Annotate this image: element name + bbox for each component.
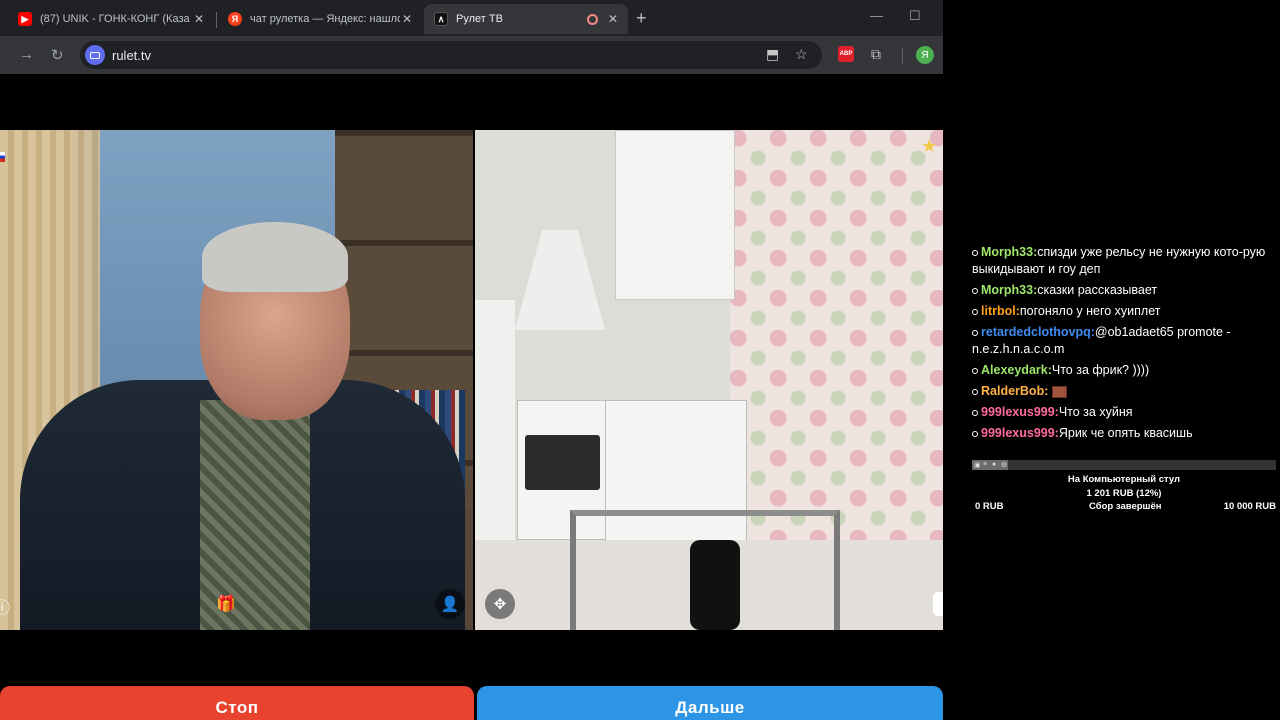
url-text: rulet.tv <box>112 48 152 63</box>
chat-message: Alexeydark:Что за фрик? )))) <box>972 362 1276 379</box>
new-tab-button[interactable]: + <box>636 8 647 29</box>
emote-icon <box>1051 385 1067 398</box>
chat-icon: ▣ <box>974 462 981 469</box>
eye-icon: ● <box>992 461 997 468</box>
video-person <box>202 222 348 292</box>
toolbar-divider <box>902 48 903 64</box>
site-info-icon[interactable] <box>85 45 105 65</box>
my-camera-video: ⓘ 🎁 👤 <box>0 130 473 630</box>
next-button[interactable]: Дальше <box>477 686 943 720</box>
flag-icon <box>0 152 5 162</box>
minimize-icon[interactable]: — <box>870 8 883 23</box>
screen: ▶ (87) UNIK - ГОНК-КОНГ (Казах ✕ Я чат р… <box>0 0 1280 720</box>
goal-title: На Компьютерный стул <box>1067 474 1181 485</box>
badge-icon <box>972 388 978 395</box>
extensions-icon[interactable]: ⧉ <box>871 46 881 63</box>
chat-message: RalderBob: <box>972 383 1276 400</box>
donation-goal: ▣ ≡ ● ⚙ На Компьютерный стул 1 201 RUB (… <box>972 460 1276 515</box>
close-tab-icon[interactable]: ✕ <box>402 12 412 26</box>
tab-youtube[interactable]: ▶ (87) UNIK - ГОНК-КОНГ (Казах ✕ <box>8 4 214 34</box>
chat-message: Morph33:спизди уже рельсу не нужную кото… <box>972 245 1266 276</box>
address-bar[interactable]: rulet.tv <box>80 41 822 69</box>
badge-icon <box>972 367 978 374</box>
badge-icon <box>972 409 978 416</box>
video-background <box>690 540 740 630</box>
info-icon[interactable]: ⓘ <box>0 594 10 618</box>
badge-icon <box>972 249 978 256</box>
gamepad-icon[interactable]: ✥ <box>485 589 515 619</box>
chat-message: Morph33:сказки рассказывает <box>972 282 1276 299</box>
stream-chat: Morph33:спизди уже рельсу не нужную кото… <box>972 244 1276 446</box>
close-tab-icon[interactable]: ✕ <box>194 12 204 26</box>
yandex-icon: Я <box>228 12 242 26</box>
tab-strip: ▶ (87) UNIK - ГОНК-КОНГ (Казах ✕ Я чат р… <box>0 0 943 36</box>
tab-yandex[interactable]: Я чат рулетка — Яндекс: нашло ✕ <box>218 4 422 34</box>
forward-icon[interactable]: → <box>19 46 34 63</box>
tab-rulet-tv[interactable]: ∧ Рулет ТВ ✕ <box>424 4 628 34</box>
bookmark-star-icon[interactable]: ☆ <box>795 46 808 63</box>
tab-divider <box>216 12 217 28</box>
rulet-icon: ∧ <box>434 12 448 26</box>
profile-avatar[interactable]: Я <box>916 46 934 64</box>
profile-icon[interactable]: 👤 <box>435 589 465 619</box>
goal-amount: 1 201 RUB (12%) <box>1086 488 1162 499</box>
install-app-icon[interactable]: ⬒ <box>766 46 779 63</box>
badge-icon <box>972 287 978 294</box>
goal-progress-bar: ▣ ≡ ● ⚙ <box>972 460 1276 470</box>
video-background <box>515 230 605 330</box>
youtube-icon: ▶ <box>18 12 32 26</box>
chat-message: litrbol:погоняло у него хуиплет <box>972 303 1276 320</box>
partner-camera-video: ★ ✥ <box>475 130 943 630</box>
goal-min: 0 RUB <box>975 501 1004 512</box>
goal-status: Сбор завершён <box>1089 501 1162 512</box>
star-icon[interactable]: ★ <box>921 136 937 157</box>
badge-icon <box>972 308 978 315</box>
tab-title: Рулет ТВ <box>456 13 503 25</box>
chat-message: 999lexus999:Что за хуйня <box>972 404 1276 421</box>
goal-range: 0 RUB Сбор завершён 10 000 RUB <box>972 501 1276 515</box>
gear-icon: ⚙ <box>1001 462 1008 469</box>
badge-icon <box>972 430 978 437</box>
stop-button[interactable]: Стоп <box>0 686 474 720</box>
reload-icon[interactable]: ↻ <box>51 46 64 64</box>
maximize-icon[interactable]: ☐ <box>909 8 921 24</box>
side-panel-handle[interactable] <box>933 592 943 616</box>
goal-max: 10 000 RUB <box>1223 501 1276 512</box>
recording-icon <box>586 13 598 25</box>
badge-icon <box>972 329 978 336</box>
close-tab-icon[interactable]: ✕ <box>608 12 618 26</box>
settings-icon: ≡ <box>983 461 988 468</box>
chat-message: 999lexus999:Ярик че опять квасишь <box>972 425 1276 442</box>
tab-title: (87) UNIK - ГОНК-КОНГ (Казах <box>40 13 190 25</box>
video-background <box>615 130 735 300</box>
browser-toolbar: → ↻ rulet.tv ⬒ ☆ ⧉ <box>0 36 943 74</box>
video-background <box>525 435 600 490</box>
tab-title: чат рулетка — Яндекс: нашло <box>250 13 400 25</box>
adblock-icon[interactable]: ABP <box>838 46 854 62</box>
browser-window: ▶ (87) UNIK - ГОНК-КОНГ (Казах ✕ Я чат р… <box>0 0 943 720</box>
chat-message: retardedclothovpq:@ob1adaet65 promote - … <box>972 325 1231 356</box>
gift-icon[interactable]: 🎁 <box>216 594 236 614</box>
